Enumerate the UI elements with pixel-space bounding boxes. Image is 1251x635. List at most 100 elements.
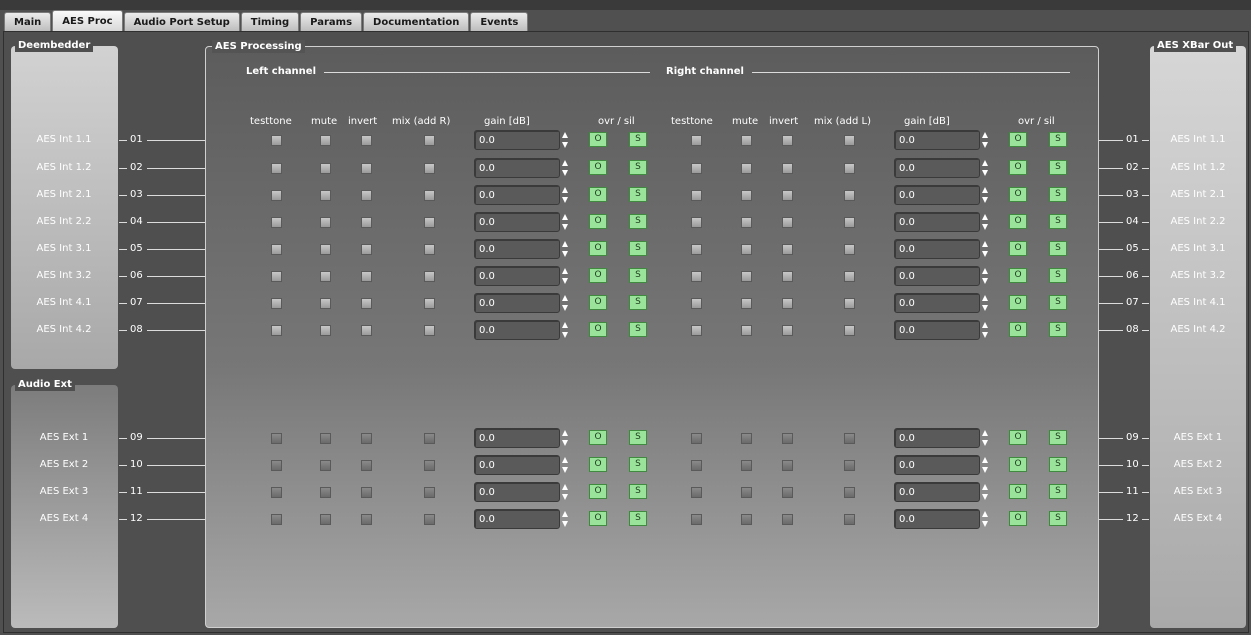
mix-left-checkbox[interactable]	[424, 163, 435, 174]
mix-right-checkbox[interactable]	[844, 217, 855, 228]
mute-right-checkbox[interactable]	[741, 514, 752, 525]
mix-right-checkbox[interactable]	[844, 487, 855, 498]
mute-right-checkbox[interactable]	[741, 190, 752, 201]
sil-right-button[interactable]: S	[1049, 322, 1067, 337]
spin-up-icon[interactable]	[562, 187, 568, 193]
gain-left-spinner[interactable]	[562, 320, 569, 340]
spin-up-icon[interactable]	[982, 295, 988, 301]
sil-left-button[interactable]: S	[629, 457, 647, 472]
testtone-left-checkbox[interactable]	[271, 460, 282, 471]
ovr-right-button[interactable]: O	[1009, 241, 1027, 256]
gain-left-input[interactable]: 0.0	[474, 212, 560, 232]
invert-right-checkbox[interactable]	[782, 460, 793, 471]
mix-right-checkbox[interactable]	[844, 433, 855, 444]
testtone-left-checkbox[interactable]	[271, 325, 282, 336]
spin-down-icon[interactable]	[562, 440, 568, 446]
mute-right-checkbox[interactable]	[741, 163, 752, 174]
mute-right-checkbox[interactable]	[741, 217, 752, 228]
spin-up-icon[interactable]	[982, 268, 988, 274]
spin-down-icon[interactable]	[982, 224, 988, 230]
invert-left-checkbox[interactable]	[361, 460, 372, 471]
mix-right-checkbox[interactable]	[844, 325, 855, 336]
gain-right-spinner[interactable]	[982, 239, 989, 259]
ovr-right-button[interactable]: O	[1009, 457, 1027, 472]
mix-right-checkbox[interactable]	[844, 244, 855, 255]
spin-down-icon[interactable]	[982, 197, 988, 203]
spin-down-icon[interactable]	[562, 224, 568, 230]
ovr-right-button[interactable]: O	[1009, 484, 1027, 499]
spin-down-icon[interactable]	[982, 467, 988, 473]
sil-right-button[interactable]: S	[1049, 160, 1067, 175]
gain-left-spinner[interactable]	[562, 130, 569, 150]
mute-right-checkbox[interactable]	[741, 460, 752, 471]
invert-left-checkbox[interactable]	[361, 514, 372, 525]
gain-right-input[interactable]: 0.0	[894, 239, 980, 259]
mute-left-checkbox[interactable]	[320, 325, 331, 336]
gain-right-input[interactable]: 0.0	[894, 320, 980, 340]
mix-left-checkbox[interactable]	[424, 433, 435, 444]
ovr-right-button[interactable]: O	[1009, 430, 1027, 445]
invert-left-checkbox[interactable]	[361, 163, 372, 174]
mix-left-checkbox[interactable]	[424, 487, 435, 498]
spin-up-icon[interactable]	[982, 457, 988, 463]
mute-right-checkbox[interactable]	[741, 244, 752, 255]
gain-left-spinner[interactable]	[562, 239, 569, 259]
sil-left-button[interactable]: S	[629, 295, 647, 310]
mix-right-checkbox[interactable]	[844, 190, 855, 201]
ovr-right-button[interactable]: O	[1009, 160, 1027, 175]
testtone-left-checkbox[interactable]	[271, 163, 282, 174]
invert-left-checkbox[interactable]	[361, 487, 372, 498]
tab-documentation[interactable]: Documentation	[363, 12, 470, 31]
spin-down-icon[interactable]	[562, 251, 568, 257]
gain-right-spinner[interactable]	[982, 482, 989, 502]
spin-up-icon[interactable]	[562, 430, 568, 436]
invert-right-checkbox[interactable]	[782, 298, 793, 309]
gain-left-spinner[interactable]	[562, 212, 569, 232]
spin-up-icon[interactable]	[982, 484, 988, 490]
gain-left-input[interactable]: 0.0	[474, 482, 560, 502]
spin-down-icon[interactable]	[562, 332, 568, 338]
mute-left-checkbox[interactable]	[320, 298, 331, 309]
ovr-right-button[interactable]: O	[1009, 295, 1027, 310]
spin-down-icon[interactable]	[982, 305, 988, 311]
ovr-left-button[interactable]: O	[589, 241, 607, 256]
gain-left-spinner[interactable]	[562, 455, 569, 475]
ovr-left-button[interactable]: O	[589, 268, 607, 283]
invert-right-checkbox[interactable]	[782, 271, 793, 282]
testtone-right-checkbox[interactable]	[691, 163, 702, 174]
tab-audio-port-setup[interactable]: Audio Port Setup	[123, 12, 240, 31]
gain-right-input[interactable]: 0.0	[894, 428, 980, 448]
tab-params[interactable]: Params	[300, 12, 363, 31]
spin-down-icon[interactable]	[982, 440, 988, 446]
gain-right-input[interactable]: 0.0	[894, 455, 980, 475]
spin-up-icon[interactable]	[562, 457, 568, 463]
testtone-left-checkbox[interactable]	[271, 217, 282, 228]
mute-right-checkbox[interactable]	[741, 433, 752, 444]
spin-up-icon[interactable]	[562, 322, 568, 328]
mix-left-checkbox[interactable]	[424, 271, 435, 282]
spin-up-icon[interactable]	[982, 241, 988, 247]
spin-up-icon[interactable]	[982, 132, 988, 138]
invert-left-checkbox[interactable]	[361, 325, 372, 336]
mute-left-checkbox[interactable]	[320, 487, 331, 498]
gain-left-input[interactable]: 0.0	[474, 185, 560, 205]
sil-right-button[interactable]: S	[1049, 214, 1067, 229]
mix-left-checkbox[interactable]	[424, 298, 435, 309]
mute-right-checkbox[interactable]	[741, 271, 752, 282]
gain-right-input[interactable]: 0.0	[894, 158, 980, 178]
spin-down-icon[interactable]	[982, 142, 988, 148]
gain-right-input[interactable]: 0.0	[894, 185, 980, 205]
gain-left-spinner[interactable]	[562, 266, 569, 286]
spin-up-icon[interactable]	[562, 132, 568, 138]
invert-right-checkbox[interactable]	[782, 190, 793, 201]
sil-left-button[interactable]: S	[629, 160, 647, 175]
gain-right-spinner[interactable]	[982, 185, 989, 205]
testtone-right-checkbox[interactable]	[691, 460, 702, 471]
mute-right-checkbox[interactable]	[741, 487, 752, 498]
invert-left-checkbox[interactable]	[361, 298, 372, 309]
mute-right-checkbox[interactable]	[741, 135, 752, 146]
testtone-left-checkbox[interactable]	[271, 135, 282, 146]
sil-left-button[interactable]: S	[629, 430, 647, 445]
mute-left-checkbox[interactable]	[320, 514, 331, 525]
mix-left-checkbox[interactable]	[424, 190, 435, 201]
